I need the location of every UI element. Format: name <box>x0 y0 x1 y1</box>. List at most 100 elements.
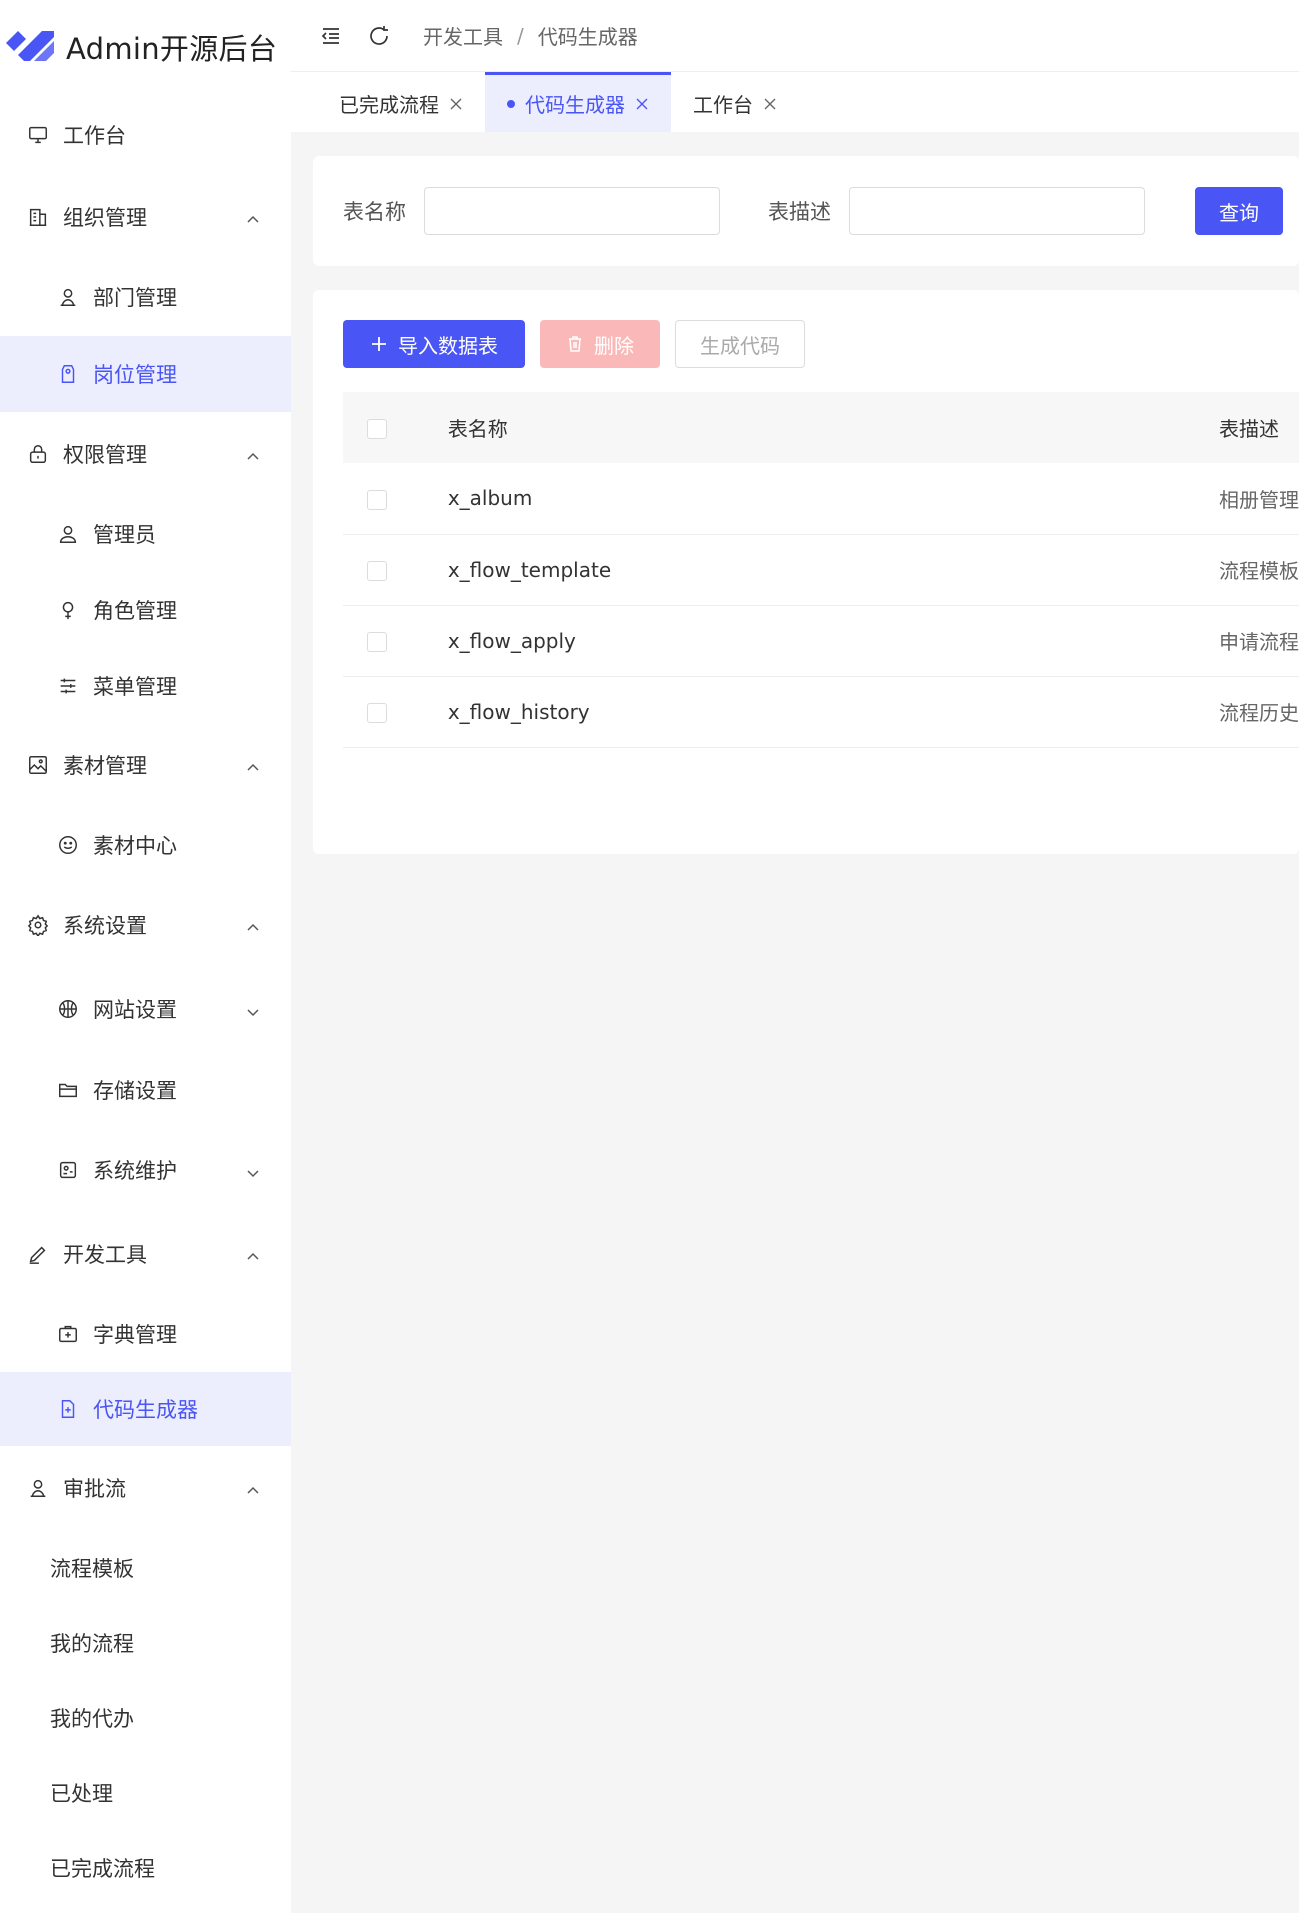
sidebar-item-material-center[interactable]: 素材中心 <box>0 806 291 884</box>
cell-table-name: x_flow_history <box>447 699 590 724</box>
table-row[interactable]: x_album 相册管理 <box>343 463 1299 534</box>
sidebar-item-label: 代码生成器 <box>93 1398 198 1422</box>
chevron-down-icon[interactable] <box>245 1001 261 1017</box>
sidebar-item-approval[interactable]: 审批流 <box>0 1446 291 1530</box>
sidebar-item-label: 我的流程 <box>50 1632 134 1656</box>
table-panel: 导入数据表 删除 生成代码 表名称 表描述 x_album 相册管理 x_flo… <box>313 290 1299 854</box>
plus-icon <box>370 335 388 353</box>
logo-mark-icon <box>6 31 54 61</box>
table-toolbar: 导入数据表 删除 生成代码 <box>343 320 1299 368</box>
sidebar-item-label: 系统设置 <box>63 914 147 938</box>
refresh-icon[interactable] <box>367 24 391 48</box>
sidebar-item-label: 部门管理 <box>93 286 177 310</box>
tab-workbench[interactable]: 工作台 <box>671 72 799 132</box>
tab-completed-flow[interactable]: 已完成流程 <box>317 72 485 132</box>
tab-code-generator[interactable]: 代码生成器 <box>485 72 671 132</box>
chevron-up-icon[interactable] <box>245 1246 261 1262</box>
select-all-checkbox[interactable] <box>367 419 387 439</box>
user-icon <box>57 286 79 308</box>
chevron-up-icon[interactable] <box>245 209 261 225</box>
sidebar-item-department[interactable]: 部门管理 <box>0 258 291 336</box>
row-checkbox[interactable] <box>367 489 387 510</box>
sidebar-item-storage[interactable]: 存储设置 <box>0 1052 291 1128</box>
delete-label: 删除 <box>594 333 634 358</box>
basketball-icon <box>57 998 79 1020</box>
table-row[interactable]: x_flow_apply 申请流程 <box>343 605 1299 676</box>
menu-fold-icon[interactable] <box>319 24 343 48</box>
table-desc-input[interactable] <box>849 187 1145 235</box>
sidebar-item-processed[interactable]: 已处理 <box>0 1756 291 1830</box>
sidebar-item-label: 岗位管理 <box>93 363 177 387</box>
briefcase-icon <box>57 1323 79 1345</box>
chevron-up-icon[interactable] <box>245 1480 261 1496</box>
table-name-input[interactable] <box>424 187 720 235</box>
tab-label: 工作台 <box>693 93 753 117</box>
generate-code-button[interactable]: 生成代码 <box>675 320 805 368</box>
sidebar-item-label: 角色管理 <box>93 599 177 623</box>
close-icon[interactable] <box>449 97 463 111</box>
sidebar-item-material[interactable]: 素材管理 <box>0 724 291 806</box>
delete-button[interactable]: 删除 <box>540 320 660 368</box>
sidebar-item-maintenance[interactable]: 系统维护 <box>0 1128 291 1212</box>
cell-table-name: x_flow_apply <box>447 628 576 653</box>
import-table-button[interactable]: 导入数据表 <box>343 320 525 368</box>
cell-table-desc: 相册管理 <box>1219 487 1299 512</box>
sidebar: Admin开源后台 工作台 组织管理 部门管理 岗位管理 权限管理 管理员 角色… <box>0 0 291 1913</box>
sidebar-menu: 工作台 组织管理 部门管理 岗位管理 权限管理 管理员 角色管理 菜单管理 素材… <box>0 94 291 1906</box>
row-checkbox[interactable] <box>367 632 387 652</box>
sidebar-item-position[interactable]: 岗位管理 <box>0 336 291 412</box>
data-table: 表名称 表描述 x_album 相册管理 x_flow_template 流程模… <box>343 392 1299 748</box>
sidebar-item-website[interactable]: 网站设置 <box>0 966 291 1052</box>
trash-icon <box>566 335 584 353</box>
folder-icon <box>57 1079 79 1101</box>
file-add-icon <box>57 1398 79 1420</box>
column-header-desc: 表描述 <box>1219 417 1279 441</box>
close-icon[interactable] <box>635 97 649 111</box>
chevron-down-icon[interactable] <box>245 1162 261 1178</box>
sidebar-item-code-generator[interactable]: 代码生成器 <box>0 1372 291 1446</box>
chevron-up-icon[interactable] <box>245 757 261 773</box>
sidebar-item-menu[interactable]: 菜单管理 <box>0 648 291 724</box>
sidebar-item-my-todo[interactable]: 我的代办 <box>0 1680 291 1756</box>
sidebar-item-workbench[interactable]: 工作台 <box>0 94 291 176</box>
sidebar-item-label: 开发工具 <box>63 1243 147 1267</box>
sidebar-item-dictionary[interactable]: 字典管理 <box>0 1296 291 1372</box>
cell-table-name: x_album <box>447 486 533 511</box>
logo[interactable]: Admin开源后台 <box>0 0 291 94</box>
building-icon <box>27 206 49 228</box>
row-checkbox[interactable] <box>367 561 387 581</box>
stamp-icon <box>27 1477 49 1499</box>
sidebar-item-label: 已完成流程 <box>50 1857 155 1881</box>
table-name-label: 表名称 <box>343 200 406 224</box>
row-checkbox[interactable] <box>367 703 387 723</box>
sidebar-item-admin[interactable]: 管理员 <box>0 496 291 572</box>
sidebar-item-label: 审批流 <box>63 1477 126 1501</box>
sidebar-item-label: 管理员 <box>93 523 156 547</box>
smile-icon <box>57 834 79 856</box>
query-button[interactable]: 查询 <box>1195 187 1283 235</box>
gear-icon <box>27 914 49 936</box>
import-table-label: 导入数据表 <box>398 333 498 358</box>
sidebar-item-my-flow[interactable]: 我的流程 <box>0 1606 291 1680</box>
table-row[interactable]: x_flow_history 流程历史 <box>343 676 1299 747</box>
sidebar-item-completed-flow[interactable]: 已完成流程 <box>0 1830 291 1906</box>
sidebar-item-organization[interactable]: 组织管理 <box>0 176 291 258</box>
active-dot-icon <box>507 99 515 108</box>
sidebar-item-permission[interactable]: 权限管理 <box>0 412 291 496</box>
breadcrumb-item[interactable]: 开发工具 <box>423 21 503 50</box>
sidebar-item-system[interactable]: 系统设置 <box>0 884 291 966</box>
sidebar-item-flow-template[interactable]: 流程模板 <box>0 1530 291 1606</box>
table-header-row: 表名称 表描述 <box>343 392 1299 463</box>
close-icon[interactable] <box>763 97 777 111</box>
sidebar-item-devtools[interactable]: 开发工具 <box>0 1212 291 1296</box>
breadcrumb: 开发工具 / 代码生成器 <box>423 21 638 50</box>
lock-icon <box>27 443 49 465</box>
sidebar-item-label: 系统维护 <box>93 1159 177 1183</box>
search-form: 表名称 表描述 查询 <box>313 156 1299 266</box>
table-row[interactable]: x_flow_template 流程模板 <box>343 534 1299 605</box>
app-title: Admin开源后台 <box>66 32 278 66</box>
sidebar-item-role[interactable]: 角色管理 <box>0 572 291 648</box>
chevron-up-icon[interactable] <box>245 446 261 462</box>
chevron-up-icon[interactable] <box>245 917 261 933</box>
cell-table-name: x_flow_template <box>447 557 612 582</box>
